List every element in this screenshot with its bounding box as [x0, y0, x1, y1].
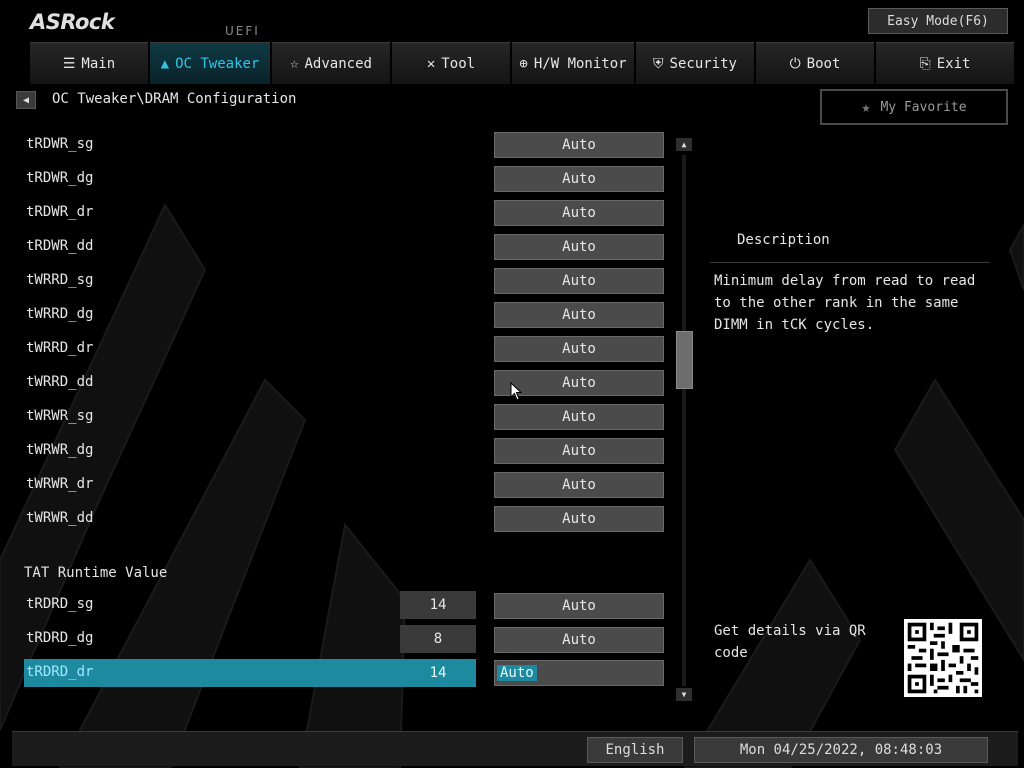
setting-row-twrrd-dr[interactable]: tWRRD_dr — [24, 335, 476, 363]
uefi-label: UEFI — [225, 24, 260, 38]
setting-label: tRDWR_dg — [26, 170, 94, 186]
setting-label: tRDWR_dr — [26, 204, 94, 220]
date-time-display: Mon 04/25/2022, 08:48:03 — [694, 737, 988, 763]
tab-label: Main — [81, 55, 116, 72]
list-icon: ☰ — [62, 55, 76, 72]
qr-code-icon — [904, 619, 982, 697]
runtime-value-trdrd-dr[interactable]: Auto — [494, 660, 664, 686]
setting-label: tWRWR_sg — [26, 408, 94, 424]
setting-value-twrrd-dr[interactable]: Auto — [494, 336, 664, 362]
language-button[interactable]: English — [587, 737, 683, 763]
setting-row-twrrd-dd[interactable]: tWRRD_dd — [24, 369, 476, 397]
setting-row-twrwr-dd[interactable]: tWRWR_dd — [24, 505, 476, 533]
setting-label: tWRRD_dd — [26, 374, 94, 390]
setting-label: tRDRD_dr — [26, 664, 94, 680]
setting-row-twrrd-dg[interactable]: tWRRD_dg — [24, 301, 476, 329]
setting-value-twrwr-sg[interactable]: Auto — [494, 404, 664, 430]
scroll-down-button[interactable]: ▼ — [676, 688, 692, 701]
setting-label: tRDWR_dd — [26, 238, 94, 254]
description-divider — [710, 262, 990, 263]
star-icon: ☆ — [290, 55, 299, 72]
monitor-icon: ⊕ — [519, 55, 528, 72]
setting-label: tRDWR_sg — [26, 136, 94, 152]
tab-label: Exit — [936, 55, 971, 72]
runtime-current-value: 14 — [429, 665, 447, 681]
setting-label: tWRWR_dr — [26, 476, 94, 492]
setting-row-twrwr-dg[interactable]: tWRWR_dg — [24, 437, 476, 465]
scrollbar-track[interactable] — [682, 155, 686, 686]
tab-advanced[interactable]: ☆ Advanced — [272, 42, 390, 84]
setting-value-trdwr-dd[interactable]: Auto — [494, 234, 664, 260]
tools-icon: ✕ — [426, 55, 436, 72]
setting-row-trdwr-dd[interactable]: tRDWR_dd — [24, 233, 476, 261]
tab-main[interactable]: ☰ Main — [30, 42, 148, 84]
setting-row-trdwr-sg[interactable]: tRDWR_sg — [24, 131, 476, 159]
exit-icon: ⎘ — [919, 55, 931, 72]
runtime-row-trdrd-dg[interactable]: tRDRD_dg 8 — [24, 625, 476, 653]
scroll-up-button[interactable]: ▲ — [676, 138, 692, 151]
tab-label: OC Tweaker — [175, 55, 260, 72]
tab-label: Boot — [806, 55, 841, 72]
rocket-icon: ▲ — [160, 55, 170, 72]
tab-security[interactable]: ⛨ Security — [636, 42, 754, 84]
setting-label: tWRRD_sg — [26, 272, 94, 288]
setting-value-twrwr-dd[interactable]: Auto — [494, 506, 664, 532]
setting-value-twrrd-dg[interactable]: Auto — [494, 302, 664, 328]
setting-label: tWRRD_dg — [26, 306, 94, 322]
setting-value-twrrd-sg[interactable]: Auto — [494, 268, 664, 294]
selected-value-text: Auto — [497, 665, 537, 681]
main-tabs: ☰ Main ▲ OC Tweaker ☆ Advanced ✕ Tool ⊕ … — [30, 42, 1016, 84]
breadcrumb: OC Tweaker\DRAM Configuration — [52, 91, 297, 107]
asrock-logo: ASRock — [30, 10, 115, 34]
runtime-row-trdrd-sg[interactable]: tRDRD_sg 14 — [24, 591, 476, 619]
tab-boot[interactable]: ⏻ Boot — [756, 42, 874, 84]
setting-label: tWRRD_dr — [26, 340, 94, 356]
description-text: Minimum delay from read to read to the o… — [714, 273, 976, 333]
qr-caption: Get details via QR code — [714, 623, 866, 661]
mouse-cursor-icon — [510, 382, 522, 401]
my-favorite-label: My Favorite — [880, 99, 967, 115]
my-favorite-button[interactable]: ★ My Favorite — [820, 89, 1008, 125]
runtime-value-trdrd-sg[interactable]: Auto — [494, 593, 664, 619]
description-title: Description — [737, 232, 830, 248]
setting-row-twrwr-sg[interactable]: tWRWR_sg — [24, 403, 476, 431]
setting-value-twrwr-dr[interactable]: Auto — [494, 472, 664, 498]
tab-label: Tool — [441, 55, 476, 72]
setting-row-twrrd-sg[interactable]: tWRRD_sg — [24, 267, 476, 295]
tab-hw-monitor[interactable]: ⊕ H/W Monitor — [512, 42, 634, 84]
tab-oc-tweaker[interactable]: ▲ OC Tweaker — [150, 42, 270, 84]
power-icon: ⏻ — [789, 55, 801, 72]
setting-row-trdwr-dr[interactable]: tRDWR_dr — [24, 199, 476, 227]
runtime-current-value: 14 — [400, 591, 476, 619]
tab-tool[interactable]: ✕ Tool — [392, 42, 510, 84]
setting-label: tRDRD_sg — [26, 596, 94, 612]
setting-row-trdwr-dg[interactable]: tRDWR_dg — [24, 165, 476, 193]
tab-label: H/W Monitor — [533, 55, 627, 72]
setting-row-twrwr-dr[interactable]: tWRWR_dr — [24, 471, 476, 499]
setting-value-trdwr-dr[interactable]: Auto — [494, 200, 664, 226]
runtime-row-trdrd-dr[interactable]: tRDRD_dr 14 — [24, 659, 476, 687]
setting-label: tWRWR_dd — [26, 510, 94, 526]
setting-value-twrwr-dg[interactable]: Auto — [494, 438, 664, 464]
arrow-up-icon: ▲ — [681, 140, 687, 149]
setting-value-trdwr-dg[interactable]: Auto — [494, 166, 664, 192]
tab-exit[interactable]: ⎘ Exit — [876, 42, 1014, 84]
setting-label: tWRWR_dg — [26, 442, 94, 458]
easy-mode-button[interactable]: Easy Mode(F6) — [868, 8, 1008, 34]
star-icon: ★ — [861, 98, 871, 116]
runtime-current-value: 8 — [400, 625, 476, 653]
scrollbar-thumb[interactable] — [676, 331, 693, 389]
tab-label: Advanced — [304, 55, 372, 72]
back-arrow-icon: ◀ — [22, 94, 30, 106]
setting-label: tRDRD_dg — [26, 630, 94, 646]
runtime-value-trdrd-dg[interactable]: Auto — [494, 627, 664, 653]
arrow-down-icon: ▼ — [681, 690, 687, 699]
back-button[interactable]: ◀ — [16, 91, 36, 109]
section-title-tat-runtime: TAT Runtime Value — [24, 565, 168, 581]
shield-icon: ⛨ — [653, 55, 664, 72]
setting-value-trdwr-sg[interactable]: Auto — [494, 132, 664, 158]
tab-label: Security — [669, 55, 737, 72]
